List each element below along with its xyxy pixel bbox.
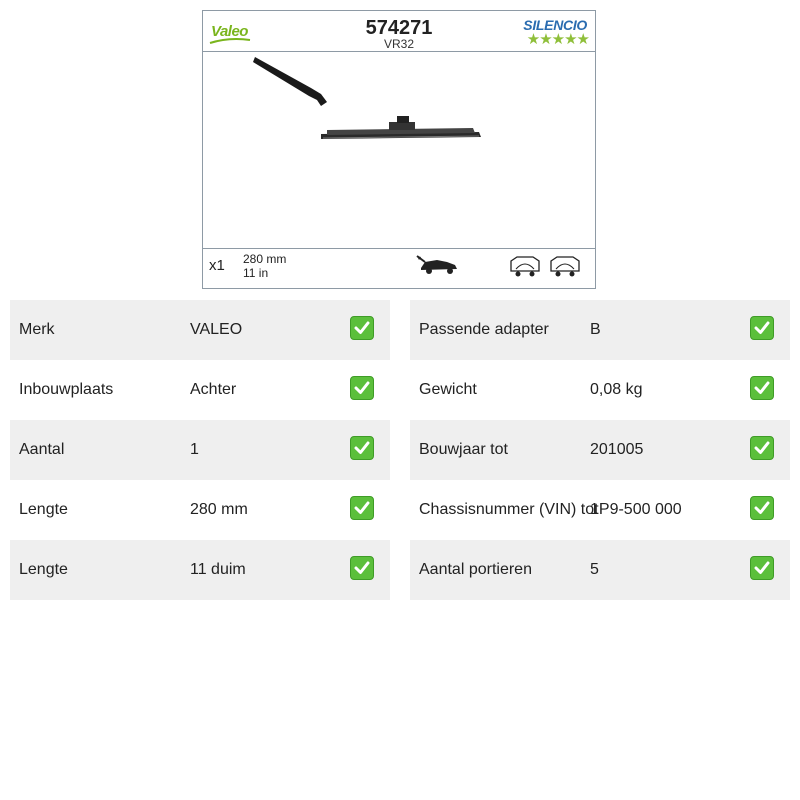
spec-value: VALEO	[190, 321, 243, 338]
quantity-label: x1	[209, 257, 225, 274]
checkmark-icon	[750, 496, 774, 520]
rear-window-wiper-left-icon	[510, 256, 540, 277]
checkmark-icon	[350, 436, 374, 460]
spec-value: 1	[190, 441, 199, 458]
spec-value: 280 mm	[190, 501, 248, 518]
spec-table-right: Passende adapter B Gewicht 0,08 kg Bouwj…	[410, 300, 790, 600]
spec-row: Lengte 280 mm	[10, 480, 390, 540]
product-card-footer: x1 280 mm 11 in	[203, 248, 595, 289]
spec-row: Bouwjaar tot 201005	[410, 420, 790, 480]
checkmark-icon	[750, 436, 774, 460]
wiper-arm-blade-icon	[253, 57, 481, 139]
product-card: Valeo 574271 VR32 SILENCIO ★★★★★ x1 280 …	[202, 10, 596, 289]
length-in-label: 11 in	[243, 266, 269, 280]
product-card-header: Valeo 574271 VR32 SILENCIO ★★★★★	[203, 11, 595, 52]
spec-value: 11 duim	[190, 561, 246, 578]
spec-value: Achter	[190, 381, 237, 398]
spec-label: Lengte	[19, 501, 68, 518]
checkmark-icon	[350, 376, 374, 400]
rating-stars: ★★★★★	[526, 31, 590, 48]
spec-value: B	[590, 321, 601, 338]
spec-row: Lengte 11 duim	[10, 540, 390, 600]
checkmark-icon	[350, 496, 374, 520]
checkmark-icon	[750, 316, 774, 340]
spec-row: Aantal portieren 5	[410, 540, 790, 600]
spec-value: 1P9-500 000	[590, 501, 682, 518]
spec-label: Chassisnummer (VIN) tot	[419, 501, 599, 518]
spec-label: Lengte	[19, 561, 68, 578]
length-mm-label: 280 mm	[243, 252, 287, 266]
spec-label: Bouwjaar tot	[419, 441, 508, 458]
spec-label: Gewicht	[419, 381, 477, 398]
spec-value: 5	[590, 561, 599, 578]
spec-row: Gewicht 0,08 kg	[410, 360, 790, 420]
checkmark-icon	[750, 556, 774, 580]
spec-label: Passende adapter	[419, 321, 549, 338]
rear-hatch-car-icon	[416, 255, 457, 274]
spec-table-left: Merk VALEO Inbouwplaats Achter Aantal 1 …	[10, 300, 390, 600]
checkmark-icon	[750, 376, 774, 400]
spec-row: Aantal 1	[10, 420, 390, 480]
spec-row: Merk VALEO	[10, 300, 390, 360]
spec-label: Aantal portieren	[419, 561, 532, 578]
rear-window-wiper-right-icon	[550, 256, 580, 277]
spec-label: Inbouwplaats	[19, 381, 114, 398]
spec-row: Inbouwplaats Achter	[10, 360, 390, 420]
spec-row: Passende adapter B	[410, 300, 790, 360]
spec-value: 0,08 kg	[590, 381, 643, 398]
spec-label: Aantal	[19, 441, 65, 458]
checkmark-icon	[350, 556, 374, 580]
spec-value: 201005	[590, 441, 644, 458]
checkmark-icon	[350, 316, 374, 340]
spec-row: Chassisnummer (VIN) tot 1P9-500 000	[410, 480, 790, 540]
spec-label: Merk	[19, 321, 55, 338]
